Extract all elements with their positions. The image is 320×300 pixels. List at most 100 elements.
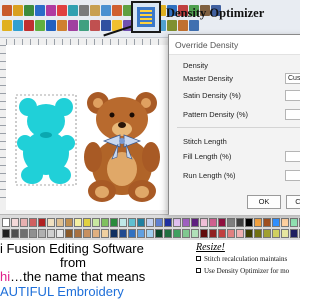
color-swatch-row2-20[interactable]	[173, 229, 181, 238]
toolbar-tool-icon-row2-8[interactable]	[79, 20, 89, 31]
toolbar-tool-icon-8[interactable]	[79, 5, 89, 16]
color-swatch-13[interactable]	[110, 218, 118, 227]
toolbar-tool-icon-4[interactable]	[35, 5, 45, 16]
color-swatch-34[interactable]	[299, 218, 300, 227]
toolbar-tool-icon-row2-5[interactable]	[46, 20, 56, 31]
toolbar-tool-icon-row2-9[interactable]	[90, 20, 100, 31]
color-swatch-2[interactable]	[11, 218, 19, 227]
color-swatch-1[interactable]	[2, 218, 10, 227]
ok-button[interactable]: OK	[247, 195, 281, 209]
toolbar-tool-icon-row2-6[interactable]	[57, 20, 67, 31]
color-swatch-33[interactable]	[290, 218, 298, 227]
color-swatch-24[interactable]	[209, 218, 217, 227]
color-swatch-9[interactable]	[74, 218, 82, 227]
color-swatch-row2-21[interactable]	[182, 229, 190, 238]
color-swatch-17[interactable]	[146, 218, 154, 227]
color-swatch-7[interactable]	[56, 218, 64, 227]
toolbar-tool-icon-row2-4[interactable]	[35, 20, 45, 31]
color-swatch-row2-24[interactable]	[209, 229, 217, 238]
color-swatch-30[interactable]	[263, 218, 271, 227]
color-swatch-row2-10[interactable]	[83, 229, 91, 238]
color-swatch-row2-28[interactable]	[245, 229, 253, 238]
color-swatch-10[interactable]	[83, 218, 91, 227]
color-swatch-18[interactable]	[155, 218, 163, 227]
color-swatch-row2-3[interactable]	[20, 229, 28, 238]
toolbar-tool-icon-3[interactable]	[24, 5, 34, 16]
cyan-bear-design[interactable]	[15, 94, 77, 186]
color-swatch-28[interactable]	[245, 218, 253, 227]
color-swatch-25[interactable]	[218, 218, 226, 227]
color-swatch-15[interactable]	[128, 218, 136, 227]
color-swatch-row2-13[interactable]	[110, 229, 118, 238]
color-swatch-26[interactable]	[227, 218, 235, 227]
color-swatch-row2-33[interactable]	[290, 229, 298, 238]
color-swatch-row2-31[interactable]	[272, 229, 280, 238]
color-swatch-23[interactable]	[200, 218, 208, 227]
color-swatch-row2-15[interactable]	[128, 229, 136, 238]
toolbar-tool-icon-row2-2[interactable]	[13, 20, 23, 31]
color-swatch-row2-34[interactable]	[299, 229, 300, 238]
color-swatch-3[interactable]	[20, 218, 28, 227]
color-swatch-row2-26[interactable]	[227, 229, 235, 238]
color-swatch-row2-7[interactable]	[56, 229, 64, 238]
color-swatch-4[interactable]	[29, 218, 37, 227]
toolbar-tool-icon-10[interactable]	[101, 5, 111, 16]
color-swatch-row2-1[interactable]	[2, 229, 10, 238]
color-swatch-19[interactable]	[164, 218, 172, 227]
color-swatch-row2-25[interactable]	[218, 229, 226, 238]
color-swatch-row2-30[interactable]	[263, 229, 271, 238]
color-swatch-31[interactable]	[272, 218, 280, 227]
color-swatch-row2-5[interactable]	[38, 229, 46, 238]
color-swatch-row2-27[interactable]	[236, 229, 244, 238]
cancel-button[interactable]: C	[286, 195, 300, 209]
color-swatch-row2-32[interactable]	[281, 229, 289, 238]
toolbar-tool-icon-row2-7[interactable]	[68, 20, 78, 31]
color-swatch-5[interactable]	[38, 218, 46, 227]
color-swatch-12[interactable]	[101, 218, 109, 227]
color-swatch-row2-16[interactable]	[137, 229, 145, 238]
toolbar-tool-icon-7[interactable]	[68, 5, 78, 16]
color-swatch-row2-6[interactable]	[47, 229, 55, 238]
teddy-bear-design[interactable]	[84, 92, 160, 202]
toolbar-tool-icon-1[interactable]	[2, 5, 12, 16]
design-canvas[interactable]	[6, 45, 170, 210]
color-swatch-row2-2[interactable]	[11, 229, 19, 238]
density-optimizer-button[interactable]	[131, 1, 161, 33]
master-density-select[interactable]: Cus	[285, 73, 300, 84]
color-swatch-29[interactable]	[254, 218, 262, 227]
color-swatch-27[interactable]	[236, 218, 244, 227]
toolbar-tool-icon-row2-3[interactable]	[24, 20, 34, 31]
toolbar-tool-icon-row2-18[interactable]	[189, 20, 199, 31]
color-swatch-6[interactable]	[47, 218, 55, 227]
color-swatch-11[interactable]	[92, 218, 100, 227]
color-swatch-row2-19[interactable]	[164, 229, 172, 238]
run-length-field[interactable]	[285, 170, 300, 181]
color-swatch-row2-12[interactable]	[101, 229, 109, 238]
color-swatch-22[interactable]	[191, 218, 199, 227]
color-swatch-row2-4[interactable]	[29, 229, 37, 238]
color-swatch-20[interactable]	[173, 218, 181, 227]
satin-density-field[interactable]	[285, 90, 300, 101]
toolbar-tool-icon-row2-17[interactable]	[178, 20, 188, 31]
toolbar-tool-icon-9[interactable]	[90, 5, 100, 16]
color-swatch-row2-23[interactable]	[200, 229, 208, 238]
color-swatch-row2-11[interactable]	[92, 229, 100, 238]
toolbar-tool-icon-2[interactable]	[13, 5, 23, 16]
toolbar-tool-icon-row2-1[interactable]	[2, 20, 12, 31]
color-swatch-21[interactable]	[182, 218, 190, 227]
color-swatch-14[interactable]	[119, 218, 127, 227]
color-swatch-16[interactable]	[137, 218, 145, 227]
toolbar-tool-icon-6[interactable]	[57, 5, 67, 16]
fill-length-field[interactable]	[285, 151, 300, 162]
color-swatch-row2-29[interactable]	[254, 229, 262, 238]
color-swatch-row2-17[interactable]	[146, 229, 154, 238]
toolbar-tool-icon-11[interactable]	[112, 5, 122, 16]
color-swatch-row2-9[interactable]	[74, 229, 82, 238]
color-swatch-row2-14[interactable]	[119, 229, 127, 238]
color-swatch-8[interactable]	[65, 218, 73, 227]
toolbar-tool-icon-5[interactable]	[46, 5, 56, 16]
color-swatch-32[interactable]	[281, 218, 289, 227]
toolbar-tool-icon-row2-10[interactable]	[101, 20, 111, 31]
color-swatch-row2-18[interactable]	[155, 229, 163, 238]
color-swatch-row2-8[interactable]	[65, 229, 73, 238]
